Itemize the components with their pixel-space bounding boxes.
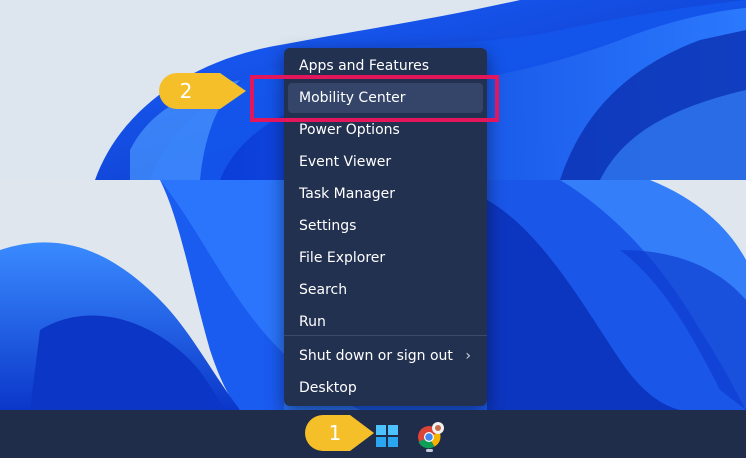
menu-item-event-viewer[interactable]: Event Viewer — [288, 147, 483, 177]
callout-2: 2 — [158, 72, 248, 110]
highlight-box — [250, 75, 499, 122]
windows-start-icon — [376, 425, 398, 447]
menu-item-label: Shut down or sign out — [299, 348, 453, 364]
chevron-right-icon: › — [465, 348, 471, 364]
menu-item-desktop[interactable]: Desktop — [288, 373, 483, 403]
running-indicator — [426, 449, 433, 452]
menu-separator — [284, 335, 487, 336]
start-button[interactable] — [372, 421, 402, 451]
chrome-icon — [418, 422, 444, 449]
menu-item-shut-down-or-sign-out[interactable]: Shut down or sign out › — [288, 341, 483, 371]
callout-number: 2 — [179, 79, 193, 103]
chrome-taskbar-button[interactable] — [414, 418, 448, 452]
callout-1: 1 — [304, 414, 376, 452]
menu-item-file-explorer[interactable]: File Explorer — [288, 243, 483, 273]
menu-item-search[interactable]: Search — [288, 275, 483, 305]
menu-item-run[interactable]: Run — [288, 307, 483, 337]
menu-item-task-manager[interactable]: Task Manager — [288, 179, 483, 209]
menu-item-settings[interactable]: Settings — [288, 211, 483, 241]
callout-number: 1 — [328, 421, 342, 445]
